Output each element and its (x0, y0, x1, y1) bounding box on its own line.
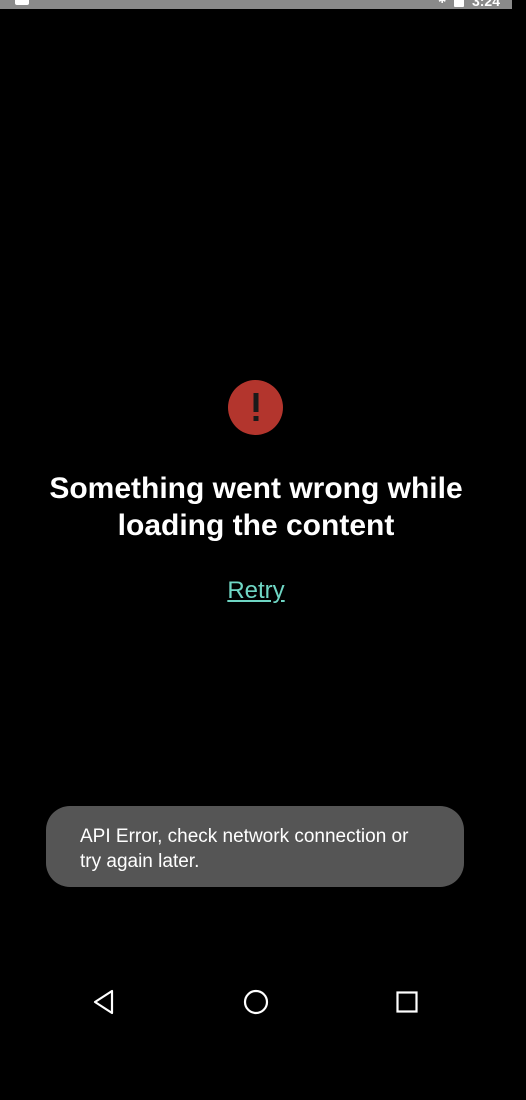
toast-message: API Error, check network connection or t… (80, 826, 409, 872)
retry-link[interactable]: Retry (0, 576, 512, 606)
recents-icon[interactable] (387, 982, 427, 1022)
back-icon[interactable] (84, 982, 124, 1022)
error-toast: API Error, check network connection or t… (46, 806, 464, 887)
status-right-group: ✱ 3:24 (438, 0, 500, 8)
status-bar: ✱ 3:24 (0, 0, 512, 9)
status-time: 3:24 (471, 0, 500, 9)
notification-icon (15, 0, 29, 5)
home-icon[interactable] (236, 982, 276, 1022)
battery-icon (453, 0, 464, 7)
error-exclamation-icon (228, 380, 283, 435)
bluetooth-icon: ✱ (437, 0, 447, 6)
navigation-bar (0, 960, 512, 1045)
error-title: Something went wrong while loading the c… (49, 472, 463, 542)
